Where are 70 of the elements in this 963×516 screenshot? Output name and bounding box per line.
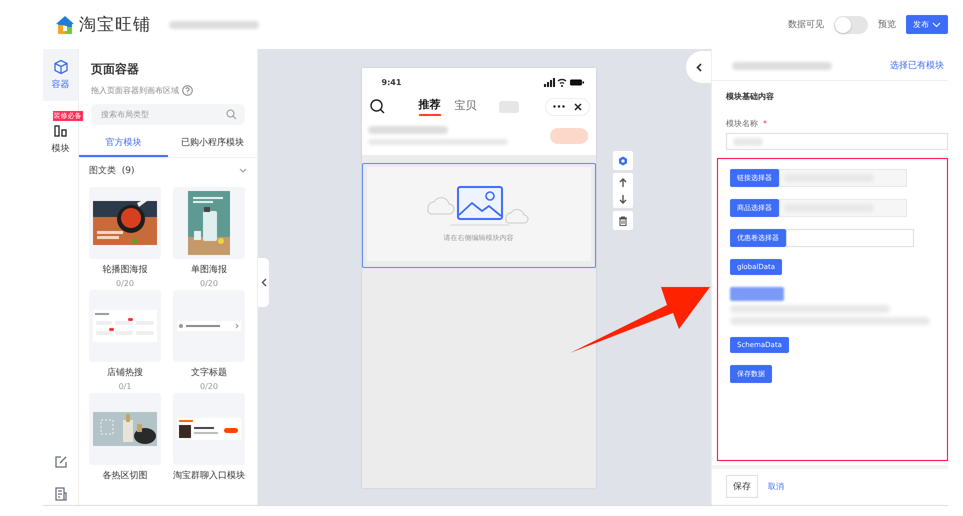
placeholder-chip (498, 100, 518, 112)
status-time: 9:41 (382, 78, 402, 87)
panel-title: 页面容器 (90, 61, 140, 78)
module-thumbnail[interactable] (173, 393, 245, 465)
collapse-handle[interactable] (686, 51, 711, 83)
tab[interactable]: 官方模块 (79, 130, 168, 157)
usage-count: 0/20 (116, 279, 134, 288)
section-title: 模块基础内容 (725, 91, 775, 103)
required-mark: * (763, 119, 767, 128)
module-name: 淘宝群聊入口模块 (173, 470, 245, 482)
usage-count: 0/20 (200, 382, 218, 391)
up-arrow-icon (619, 178, 627, 188)
status-icons (544, 78, 584, 87)
document-icon[interactable] (54, 487, 68, 501)
field-label: 模块名称 (726, 119, 758, 128)
picker-field[interactable] (779, 169, 907, 187)
usage-count: 0/1 (118, 382, 132, 391)
picker-field[interactable] (779, 199, 907, 217)
blocks-icon (52, 123, 68, 139)
module-thumbnail[interactable] (89, 290, 161, 362)
logo-text: 淘宝旺铺 (79, 14, 151, 36)
group-entry-drawing (177, 418, 241, 440)
follow-button-blurred (550, 128, 588, 144)
search-field[interactable]: 搜索布局类型 (91, 104, 245, 125)
module-name: 各热区切图 (102, 470, 148, 482)
name-field[interactable] (726, 133, 948, 150)
publish-button[interactable]: 发布 (906, 15, 948, 34)
gear-icon (618, 156, 628, 166)
phone-tab[interactable]: 宝贝 (454, 98, 476, 115)
search-input[interactable]: 搜索布局类型 (99, 109, 226, 120)
delete-button[interactable] (613, 211, 633, 230)
title-bar-drawing (177, 321, 241, 331)
save-button[interactable]: 保存 (726, 474, 758, 498)
toggle-switch[interactable] (834, 16, 868, 34)
tag-list-drawing (93, 310, 157, 342)
hint-text: 拖入页面容器到画布区域 (91, 85, 179, 96)
module-name: 店铺热搜 (107, 366, 143, 379)
module-thumbnail[interactable] (89, 187, 161, 259)
cube-icon (52, 59, 68, 75)
module-thumbnail[interactable] (173, 290, 245, 362)
search-icon[interactable] (370, 99, 384, 114)
move-buttons[interactable] (613, 173, 633, 208)
help-icon[interactable] (182, 85, 193, 96)
collapse-handle[interactable] (258, 258, 269, 307)
toggle-label: 数据可见 (788, 18, 824, 31)
category-header[interactable]: 图文类 (9) (79, 158, 257, 183)
select-module-link[interactable]: 选择已有模块 (890, 59, 944, 72)
module-name: 文字标题 (191, 366, 227, 379)
caret-icon (932, 22, 941, 28)
settings-button[interactable] (613, 151, 633, 170)
module-thumbnail[interactable] (89, 393, 161, 465)
module-thumbnail[interactable] (173, 187, 245, 259)
edit-icon[interactable] (54, 455, 68, 469)
picker-field[interactable] (786, 229, 914, 247)
module-name: 单图海报 (191, 264, 227, 276)
module-name: 轮播图海报 (102, 264, 148, 276)
rail-tab[interactable]: 模块 (43, 121, 78, 165)
down-arrow-icon (619, 194, 627, 204)
chevron-icon (239, 168, 247, 174)
more-icon (552, 105, 564, 108)
mini-program-capsule[interactable] (544, 98, 590, 116)
house-logo-icon (55, 14, 75, 34)
cancel-link[interactable]: 取消 (768, 480, 784, 492)
close-icon (574, 102, 582, 110)
phone-tab[interactable]: 推荐 (418, 97, 440, 116)
preview-link[interactable]: 预览 (878, 18, 896, 31)
tab[interactable]: 已购小程序模块 (168, 130, 257, 157)
usage-count: 0/20 (200, 279, 218, 288)
rail-tab[interactable]: 容器 (43, 49, 78, 101)
trash-icon (618, 216, 628, 226)
